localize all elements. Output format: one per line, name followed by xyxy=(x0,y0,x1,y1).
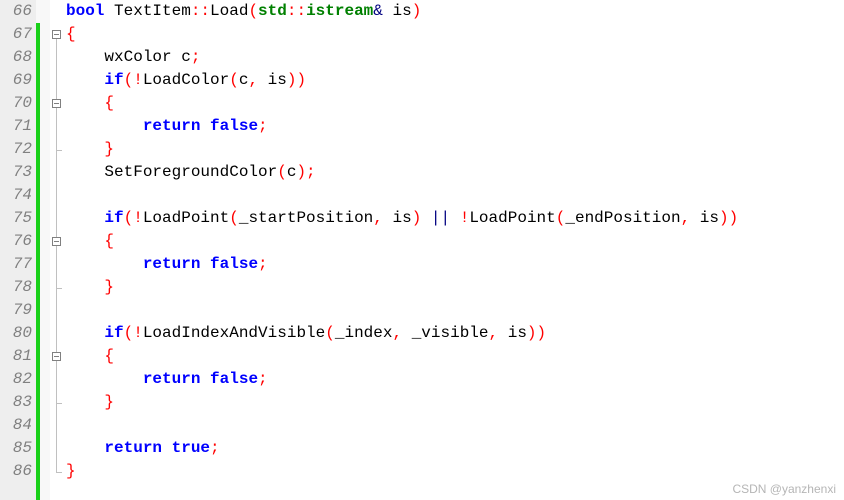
code-line: return false; xyxy=(66,368,844,391)
code-line: return false; xyxy=(66,115,844,138)
code-line: SetForegroundColor(c); xyxy=(66,161,844,184)
code-line: } xyxy=(66,391,844,414)
code-line: { xyxy=(66,345,844,368)
code-line: } xyxy=(66,138,844,161)
line-number: 77 xyxy=(0,253,32,276)
line-number: 81 xyxy=(0,345,32,368)
code-line: { xyxy=(66,92,844,115)
line-number: 79 xyxy=(0,299,32,322)
fold-toggle-icon[interactable] xyxy=(52,99,61,108)
line-number: 74 xyxy=(0,184,32,207)
line-number: 68 xyxy=(0,46,32,69)
line-number: 70 xyxy=(0,92,32,115)
line-number: 72 xyxy=(0,138,32,161)
code-line: } xyxy=(66,276,844,299)
code-editor: 6667686970717273747576777879808182838485… xyxy=(0,0,844,500)
line-number: 78 xyxy=(0,276,32,299)
line-number: 82 xyxy=(0,368,32,391)
line-number: 76 xyxy=(0,230,32,253)
line-number: 80 xyxy=(0,322,32,345)
line-number: 84 xyxy=(0,414,32,437)
fold-toggle-icon[interactable] xyxy=(52,237,61,246)
code-line: return false; xyxy=(66,253,844,276)
code-area[interactable]: bool TextItem::Load(std::istream& is){ w… xyxy=(64,0,844,500)
line-number: 86 xyxy=(0,460,32,483)
line-number: 67 xyxy=(0,23,32,46)
watermark-text: CSDN @yanzhenxi xyxy=(732,482,836,496)
line-number: 75 xyxy=(0,207,32,230)
line-number: 69 xyxy=(0,69,32,92)
fold-toggle-icon[interactable] xyxy=(52,30,61,39)
code-line: { xyxy=(66,230,844,253)
fold-toggle-icon[interactable] xyxy=(52,352,61,361)
change-margin xyxy=(36,0,50,500)
line-number-gutter: 6667686970717273747576777879808182838485… xyxy=(0,0,36,500)
line-number: 83 xyxy=(0,391,32,414)
code-line xyxy=(66,184,844,207)
line-number: 73 xyxy=(0,161,32,184)
code-line: if(!LoadColor(c, is)) xyxy=(66,69,844,92)
code-line xyxy=(66,414,844,437)
code-line xyxy=(66,299,844,322)
code-line: if(!LoadIndexAndVisible(_index, _visible… xyxy=(66,322,844,345)
code-line: bool TextItem::Load(std::istream& is) xyxy=(66,0,844,23)
line-number: 71 xyxy=(0,115,32,138)
fold-column xyxy=(50,0,64,500)
code-line: if(!LoadPoint(_startPosition, is) || !Lo… xyxy=(66,207,844,230)
code-line: { xyxy=(66,23,844,46)
line-number: 85 xyxy=(0,437,32,460)
line-number: 66 xyxy=(0,0,32,23)
code-line: return true; xyxy=(66,437,844,460)
code-line: wxColor c; xyxy=(66,46,844,69)
code-line: } xyxy=(66,460,844,483)
change-indicator xyxy=(36,23,40,500)
